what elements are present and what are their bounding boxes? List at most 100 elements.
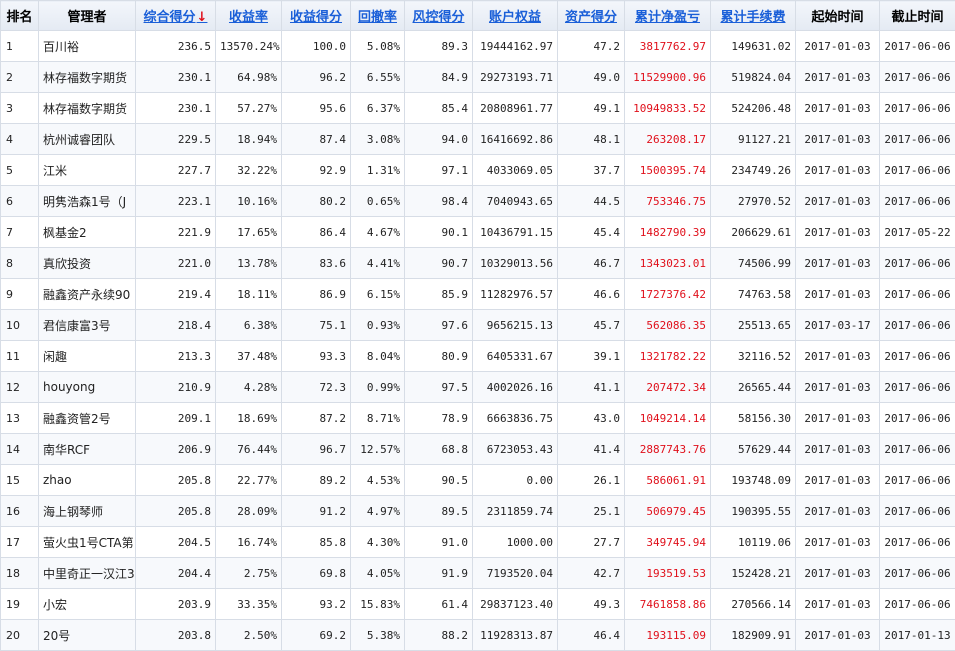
cell-asset-score: 43.0: [558, 403, 625, 434]
cell-manager[interactable]: 明隽浩森1号（J: [39, 186, 136, 217]
cell-manager[interactable]: 南华RCF: [39, 434, 136, 465]
cell-net-pnl: 506979.45: [625, 496, 711, 527]
cell-return-rate: 57.27%: [216, 93, 282, 124]
cell-return-score: 69.8: [282, 558, 351, 589]
table-row: 10君信康富3号218.46.38%75.10.93%97.69656215.1…: [1, 310, 955, 341]
cell-end-date: 2017-06-06: [880, 434, 955, 465]
cell-fees: 32116.52: [711, 341, 796, 372]
cell-end-date: 2017-06-06: [880, 31, 955, 62]
cell-return-score: 86.4: [282, 217, 351, 248]
cell-equity: 1000.00: [473, 527, 558, 558]
cell-return-rate: 18.94%: [216, 124, 282, 155]
cell-composite-score: 236.5: [136, 31, 216, 62]
cell-return-score: 95.6: [282, 93, 351, 124]
cell-equity: 7040943.65: [473, 186, 558, 217]
header-risk-score[interactable]: 风控得分: [405, 1, 473, 31]
cell-drawdown: 0.93%: [351, 310, 405, 341]
table-row: 6明隽浩森1号（J223.110.16%80.20.65%98.47040943…: [1, 186, 955, 217]
cell-drawdown: 6.55%: [351, 62, 405, 93]
cell-return-rate: 10.16%: [216, 186, 282, 217]
cell-asset-score: 42.7: [558, 558, 625, 589]
cell-start-date: 2017-01-03: [796, 434, 880, 465]
cell-asset-score: 47.2: [558, 31, 625, 62]
cell-composite-score: 229.5: [136, 124, 216, 155]
header-return-rate[interactable]: 收益率: [216, 1, 282, 31]
cell-fees: 149631.02: [711, 31, 796, 62]
cell-start-date: 2017-01-03: [796, 341, 880, 372]
cell-net-pnl: 3817762.97: [625, 31, 711, 62]
cell-manager[interactable]: 百川裕: [39, 31, 136, 62]
cell-end-date: 2017-06-06: [880, 93, 955, 124]
cell-composite-score: 206.9: [136, 434, 216, 465]
cell-return-rate: 32.22%: [216, 155, 282, 186]
header-composite-score[interactable]: 综合得分↓: [136, 1, 216, 31]
header-equity[interactable]: 账户权益: [473, 1, 558, 31]
cell-net-pnl: 193115.09: [625, 620, 711, 651]
cell-net-pnl: 11529900.96: [625, 62, 711, 93]
header-return-score[interactable]: 收益得分: [282, 1, 351, 31]
cell-equity: 4033069.05: [473, 155, 558, 186]
cell-asset-score: 41.1: [558, 372, 625, 403]
table-header: 排名 管理者 综合得分↓ 收益率 收益得分 回撤率 风控得分 账户权益 资产得分…: [1, 1, 955, 31]
cell-asset-score: 45.7: [558, 310, 625, 341]
cell-manager[interactable]: 林存福数字期货: [39, 93, 136, 124]
cell-manager[interactable]: 中里奇正一汉江3: [39, 558, 136, 589]
cell-net-pnl: 7461858.86: [625, 589, 711, 620]
cell-rank: 13: [1, 403, 39, 434]
cell-asset-score: 49.1: [558, 93, 625, 124]
cell-manager[interactable]: 江米: [39, 155, 136, 186]
cell-end-date: 2017-06-06: [880, 186, 955, 217]
cell-risk-score: 90.5: [405, 465, 473, 496]
header-net-pnl[interactable]: 累计净盈亏: [625, 1, 711, 31]
cell-risk-score: 68.8: [405, 434, 473, 465]
cell-return-rate: 64.98%: [216, 62, 282, 93]
cell-return-rate: 18.69%: [216, 403, 282, 434]
cell-manager[interactable]: 杭州诚睿团队: [39, 124, 136, 155]
cell-manager[interactable]: 林存福数字期货: [39, 62, 136, 93]
header-fees[interactable]: 累计手续费: [711, 1, 796, 31]
cell-return-score: 96.7: [282, 434, 351, 465]
cell-return-rate: 33.35%: [216, 589, 282, 620]
cell-rank: 11: [1, 341, 39, 372]
cell-manager[interactable]: 真欣投资: [39, 248, 136, 279]
header-drawdown[interactable]: 回撤率: [351, 1, 405, 31]
cell-end-date: 2017-06-06: [880, 465, 955, 496]
cell-manager[interactable]: 萤火虫1号CTA第: [39, 527, 136, 558]
cell-manager[interactable]: 20号: [39, 620, 136, 651]
cell-equity: 29273193.71: [473, 62, 558, 93]
cell-risk-score: 85.9: [405, 279, 473, 310]
cell-drawdown: 8.04%: [351, 341, 405, 372]
table-row: 12houyong210.94.28%72.30.99%97.54002026.…: [1, 372, 955, 403]
cell-manager[interactable]: 枫基金2: [39, 217, 136, 248]
cell-asset-score: 39.1: [558, 341, 625, 372]
cell-manager[interactable]: 海上钢琴师: [39, 496, 136, 527]
cell-net-pnl: 1321782.22: [625, 341, 711, 372]
cell-equity: 6723053.43: [473, 434, 558, 465]
cell-end-date: 2017-06-06: [880, 589, 955, 620]
cell-manager[interactable]: 君信康富3号: [39, 310, 136, 341]
cell-risk-score: 90.7: [405, 248, 473, 279]
table-body: 1百川裕236.513570.24%100.05.08%89.319444162…: [1, 31, 955, 651]
cell-equity: 29837123.40: [473, 589, 558, 620]
table-row: 2林存福数字期货230.164.98%96.26.55%84.929273193…: [1, 62, 955, 93]
cell-rank: 15: [1, 465, 39, 496]
header-asset-score[interactable]: 资产得分: [558, 1, 625, 31]
cell-return-score: 100.0: [282, 31, 351, 62]
cell-manager[interactable]: 小宏: [39, 589, 136, 620]
cell-composite-score: 223.1: [136, 186, 216, 217]
cell-fees: 57629.44: [711, 434, 796, 465]
cell-manager[interactable]: 闲趣: [39, 341, 136, 372]
ranking-table: 排名 管理者 综合得分↓ 收益率 收益得分 回撤率 风控得分 账户权益 资产得分…: [0, 0, 955, 651]
cell-manager[interactable]: houyong: [39, 372, 136, 403]
cell-composite-score: 205.8: [136, 465, 216, 496]
cell-return-rate: 22.77%: [216, 465, 282, 496]
cell-fees: 190395.55: [711, 496, 796, 527]
cell-manager[interactable]: 融鑫资产永续90: [39, 279, 136, 310]
cell-start-date: 2017-01-03: [796, 558, 880, 589]
cell-risk-score: 98.4: [405, 186, 473, 217]
cell-equity: 6663836.75: [473, 403, 558, 434]
table-row: 19小宏203.933.35%93.215.83%61.429837123.40…: [1, 589, 955, 620]
cell-manager[interactable]: zhao: [39, 465, 136, 496]
cell-return-rate: 37.48%: [216, 341, 282, 372]
cell-manager[interactable]: 融鑫资管2号: [39, 403, 136, 434]
